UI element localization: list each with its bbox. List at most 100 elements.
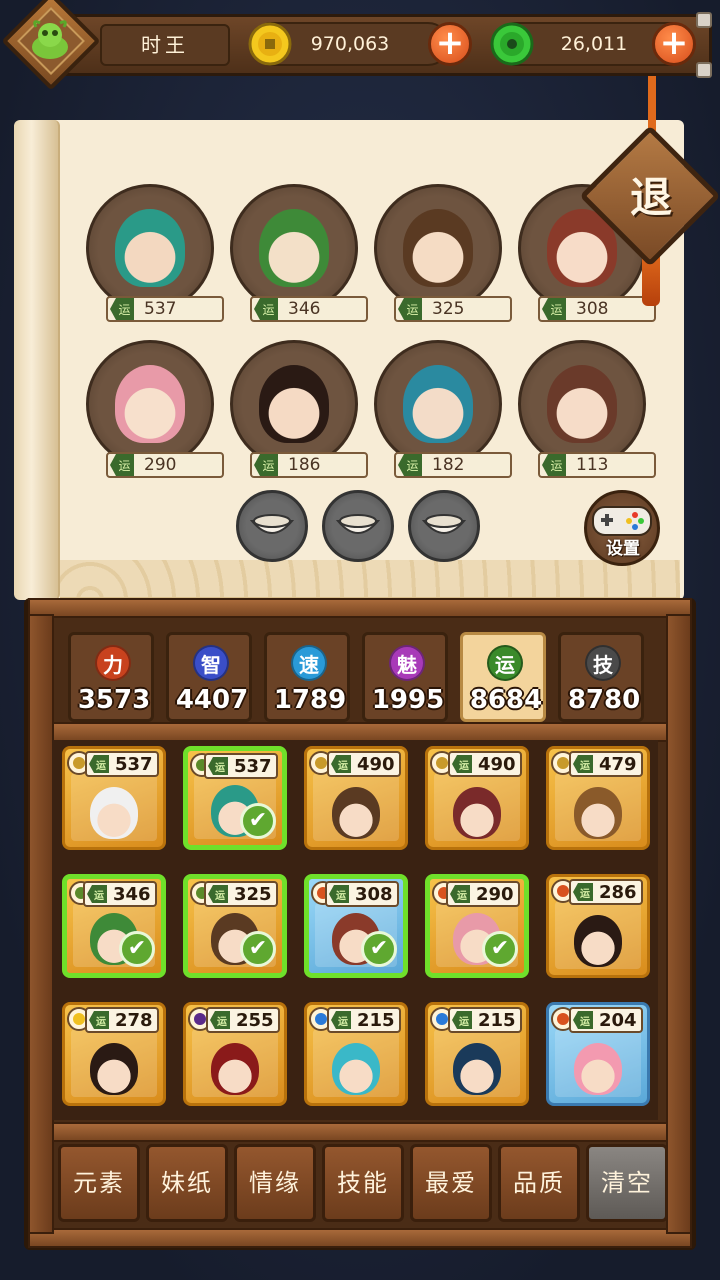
- filter-favorite-button[interactable]: 最爱: [410, 1144, 492, 1222]
- character-card[interactable]: 运 325 ✔: [183, 874, 287, 978]
- card-luck-tag: 运 286: [569, 879, 643, 905]
- check-icon: ✔: [240, 931, 276, 967]
- luck-icon: 运: [398, 454, 422, 476]
- card-luck-value: 215: [357, 1009, 395, 1031]
- empty-slot-bowl-icon[interactable]: [236, 490, 308, 562]
- character-portrait: [90, 787, 138, 839]
- team-luck-value: 537: [144, 299, 177, 319]
- empty-slot-bowl-icon[interactable]: [408, 490, 480, 562]
- card-luck-value: 346: [113, 883, 151, 905]
- luck-icon: 运: [208, 885, 228, 903]
- character-portrait: [332, 787, 380, 839]
- stat-value: 8780: [567, 685, 641, 715]
- card-luck-tag: 运 308: [325, 881, 399, 907]
- card-luck-tag: 运 278: [85, 1007, 159, 1033]
- character-card[interactable]: 运 255: [183, 1002, 287, 1106]
- character-portrait: [90, 1043, 138, 1095]
- card-luck-tag: 运 346: [83, 881, 157, 907]
- corner-bolt: [696, 62, 712, 78]
- clear-button[interactable]: 清空: [586, 1144, 668, 1222]
- stat-badge-icon: 速: [291, 645, 327, 681]
- luck-icon: 运: [89, 1011, 109, 1029]
- character-card[interactable]: 运 537: [62, 746, 166, 850]
- cabinet-side: [28, 614, 54, 1234]
- luck-icon: 运: [110, 454, 134, 476]
- character-portrait: [211, 1043, 259, 1095]
- stat-value: 1995: [371, 685, 445, 715]
- character-card[interactable]: 运 490: [304, 746, 408, 850]
- stat-tab[interactable]: 速 1789: [264, 632, 350, 722]
- character-card[interactable]: 运 286: [546, 874, 650, 978]
- add-jade-button[interactable]: +: [652, 22, 696, 66]
- character-card[interactable]: 运 215: [304, 1002, 408, 1106]
- filter-skill-button[interactable]: 技能: [322, 1144, 404, 1222]
- cabinet-side: [666, 614, 692, 1234]
- team-slot[interactable]: [230, 184, 358, 312]
- luck-icon: 运: [452, 1011, 472, 1029]
- card-luck-value: 308: [355, 883, 393, 905]
- filter-bond-button[interactable]: 情缘: [234, 1144, 316, 1222]
- team-slot[interactable]: [230, 340, 358, 468]
- team-slot[interactable]: [374, 184, 502, 312]
- character-card[interactable]: 运 290 ✔: [425, 874, 529, 978]
- luck-icon: 运: [452, 755, 472, 773]
- team-slot[interactable]: [86, 340, 214, 468]
- team-slot[interactable]: [374, 340, 502, 468]
- character-portrait: [259, 209, 329, 287]
- filter-girls-button[interactable]: 妹纸: [146, 1144, 228, 1222]
- team-slot[interactable]: [86, 184, 214, 312]
- character-card[interactable]: 运 278: [62, 1002, 166, 1106]
- team-luck-tag: 运 308: [538, 296, 656, 322]
- dragon-icon[interactable]: [21, 12, 79, 70]
- stat-badge-icon: 魅: [389, 645, 425, 681]
- luck-icon: 运: [254, 298, 278, 320]
- character-card[interactable]: 运 215: [425, 1002, 529, 1106]
- stat-value: 1789: [273, 685, 347, 715]
- character-card[interactable]: 运 204: [546, 1002, 650, 1106]
- stat-tab[interactable]: 智 4407: [166, 632, 252, 722]
- add-gold-button[interactable]: +: [428, 22, 472, 66]
- character-portrait: [453, 1043, 501, 1095]
- card-luck-tag: 运 490: [327, 751, 401, 777]
- jade-coin-icon: [490, 22, 534, 66]
- check-icon: ✔: [240, 803, 276, 839]
- card-portrait-area: [555, 1029, 641, 1097]
- team-slot[interactable]: [518, 340, 646, 468]
- character-card[interactable]: 运 308 ✔: [304, 874, 408, 978]
- cabinet-beam: [28, 598, 692, 618]
- character-card[interactable]: 运 537 ✔: [183, 746, 287, 850]
- filter-element-button[interactable]: 元素: [58, 1144, 140, 1222]
- stat-tab[interactable]: 技 8780: [558, 632, 644, 722]
- character-portrait: [453, 787, 501, 839]
- card-luck-value: 537: [234, 755, 272, 777]
- stat-tab[interactable]: 力 3573: [68, 632, 154, 722]
- team-luck-tag: 运 537: [106, 296, 224, 322]
- card-luck-value: 537: [115, 753, 153, 775]
- card-luck-tag: 运 255: [206, 1007, 280, 1033]
- stat-value: 3573: [77, 685, 151, 715]
- card-portrait-area: [555, 901, 641, 969]
- character-card[interactable]: 运 490: [425, 746, 529, 850]
- filter-quality-button[interactable]: 品质: [498, 1144, 580, 1222]
- cabinet-beam: [28, 1228, 692, 1248]
- character-card[interactable]: 运 479: [546, 746, 650, 850]
- card-luck-tag: 运 215: [327, 1007, 401, 1033]
- stat-tab[interactable]: 魅 1995: [362, 632, 448, 722]
- luck-icon: 运: [573, 883, 593, 901]
- stat-tab[interactable]: 运 8684: [460, 632, 546, 722]
- luck-icon: 运: [329, 885, 349, 903]
- character-portrait: [574, 915, 622, 967]
- team-luck-tag: 运 186: [250, 452, 368, 478]
- card-luck-tag: 运 537: [85, 751, 159, 777]
- team-luck-tag: 运 325: [394, 296, 512, 322]
- card-luck-value: 204: [599, 1009, 637, 1031]
- character-portrait: [574, 1043, 622, 1095]
- card-luck-tag: 运 537: [204, 753, 278, 779]
- exit-label[interactable]: 退: [618, 170, 684, 226]
- team-luck-value: 182: [432, 455, 465, 475]
- character-card[interactable]: 运 346 ✔: [62, 874, 166, 978]
- empty-slot-bowl-icon[interactable]: [322, 490, 394, 562]
- card-luck-tag: 运 215: [448, 1007, 522, 1033]
- card-portrait-area: [313, 1029, 399, 1097]
- luck-icon: 运: [254, 454, 278, 476]
